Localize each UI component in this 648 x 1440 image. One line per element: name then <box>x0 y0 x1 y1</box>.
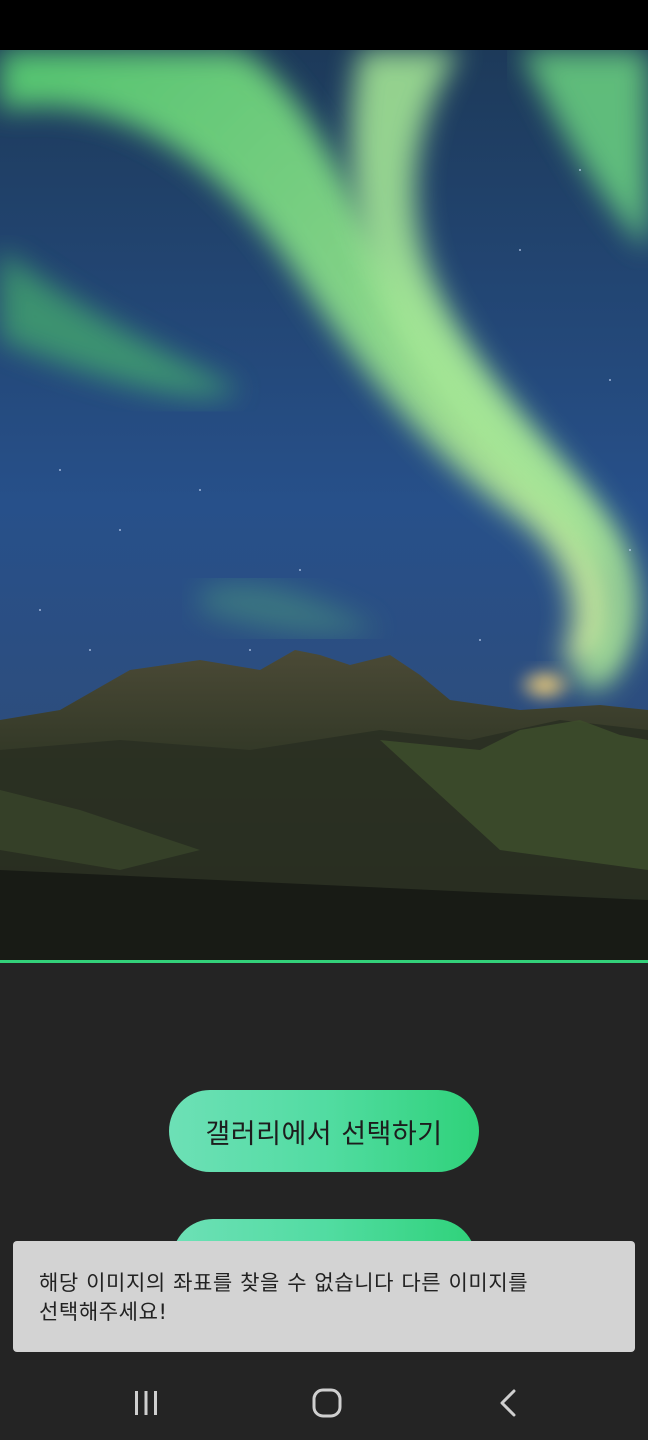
navigation-bar <box>0 1363 648 1440</box>
toast-line-1: 해당 이미지의 좌표를 찾을 수 없습니다 다른 이미지를 <box>39 1271 529 1295</box>
home-button[interactable] <box>297 1381 357 1425</box>
recent-apps-icon <box>135 1391 157 1415</box>
home-icon <box>312 1388 342 1418</box>
aurora-photo <box>0 50 648 960</box>
toast-line-2: 선택해주세요! <box>39 1300 168 1324</box>
selected-image-preview <box>0 50 648 960</box>
select-from-gallery-button[interactable]: 갤러리에서 선택하기 <box>169 1090 479 1172</box>
back-icon <box>500 1389 516 1417</box>
recent-apps-button[interactable] <box>116 1381 176 1425</box>
select-from-gallery-label: 갤러리에서 선택하기 <box>205 1118 443 1150</box>
status-bar <box>0 0 648 50</box>
back-button[interactable] <box>479 1381 539 1425</box>
toast-message: 해당 이미지의 좌표를 찾을 수 없습니다 다른 이미지를 선택해주세요! <box>13 1241 635 1352</box>
